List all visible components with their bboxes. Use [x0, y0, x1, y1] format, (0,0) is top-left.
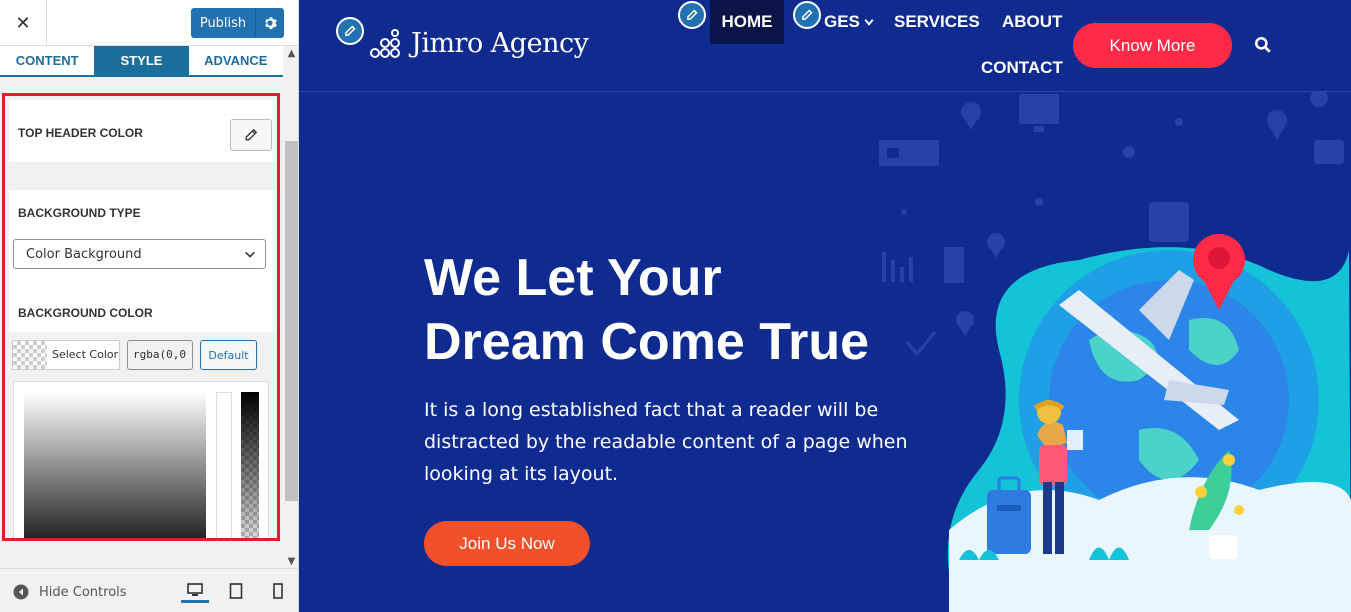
nav-edit-button[interactable]: [793, 1, 821, 29]
select-color-button[interactable]: Select Color: [12, 340, 120, 370]
hero-title-line2: Dream Come True: [424, 313, 870, 371]
publish-settings-button[interactable]: [255, 8, 284, 38]
menu-edit-button[interactable]: [678, 1, 706, 29]
close-button[interactable]: ✕: [0, 0, 47, 46]
sidebar-scrollbar[interactable]: ▲ ▼: [284, 46, 298, 568]
nav-home-label: HOME: [721, 12, 773, 31]
tablet-icon: [229, 583, 243, 599]
top-header-color-label: TOP HEADER COLOR: [18, 126, 143, 140]
hide-controls-button[interactable]: Hide Controls: [13, 584, 127, 600]
publish-button[interactable]: Publish: [191, 8, 255, 38]
tab-style[interactable]: STYLE: [94, 46, 189, 75]
nav-pages-label: GES: [824, 12, 860, 31]
mobile-icon: [273, 583, 283, 599]
style-panel: TOP HEADER COLOR BACKGROUND TYPE Color B…: [2, 93, 280, 541]
know-more-button[interactable]: Know More: [1073, 23, 1232, 68]
chevron-down-icon: [864, 19, 874, 26]
nav-services[interactable]: SERVICES: [894, 12, 980, 32]
tablet-preview-button[interactable]: [222, 579, 250, 603]
color-picker: [13, 381, 269, 538]
pencil-icon: [687, 9, 698, 20]
hide-controls-label: Hide Controls: [39, 584, 127, 600]
color-picker-square[interactable]: [24, 392, 206, 538]
pencil-icon: [345, 25, 356, 36]
pencil-icon: [245, 128, 258, 141]
logo-edit-button[interactable]: [336, 17, 364, 45]
hero-title-line1: We Let Your: [424, 249, 722, 307]
publish-group: Publish: [191, 8, 284, 38]
background-type-label: BACKGROUND TYPE: [18, 206, 141, 220]
logo-text: Jimro Agency: [411, 28, 589, 59]
customizer-sidebar: ✕ Publish CONTENT STYLE ADVANCE ▲ ▼ TOP …: [0, 0, 299, 612]
site-logo[interactable]: Jimro Agency: [369, 28, 589, 59]
scroll-up-icon[interactable]: ▲: [284, 46, 298, 60]
gear-icon: [265, 17, 277, 30]
background-color-row: BACKGROUND COLOR: [9, 290, 275, 332]
sidebar-header: ✕ Publish: [0, 0, 298, 46]
desktop-preview-button[interactable]: [181, 579, 209, 603]
tab-advance[interactable]: ADVANCE: [189, 46, 283, 75]
transparent-swatch: [13, 341, 47, 369]
color-value-input[interactable]: rgba(0,0: [127, 340, 193, 370]
site-preview: Jimro Agency HOME GES SERVICES ABOUT CON…: [299, 0, 1351, 612]
alpha-slider[interactable]: [241, 392, 259, 538]
nav-pages[interactable]: GES: [824, 12, 875, 32]
top-header-color-row: TOP HEADER COLOR: [9, 100, 275, 162]
hue-slider[interactable]: [216, 392, 232, 538]
chevron-down-icon: [245, 251, 255, 258]
join-us-button[interactable]: Join Us Now: [424, 521, 590, 566]
scroll-down-icon[interactable]: ▼: [284, 554, 298, 568]
mobile-preview-button[interactable]: [264, 579, 292, 603]
background-type-select[interactable]: Color Background: [13, 239, 266, 269]
color-controls: Select Color rgba(0,0 Default: [9, 332, 275, 382]
logo-icon: [370, 28, 400, 58]
select-color-label: Select Color: [52, 348, 119, 361]
background-color-label: BACKGROUND COLOR: [18, 306, 153, 320]
hero-description: It is a long established fact that a rea…: [424, 399, 908, 485]
scrollbar-thumb[interactable]: [285, 141, 298, 501]
close-icon: ✕: [15, 12, 31, 34]
nav-contact[interactable]: CONTACT: [981, 58, 1063, 78]
edit-color-button[interactable]: [230, 119, 272, 151]
nav-about[interactable]: ABOUT: [1002, 12, 1062, 32]
pencil-icon: [802, 9, 813, 20]
panel-tabs: CONTENT STYLE ADVANCE: [0, 46, 283, 77]
background-type-value: Color Background: [26, 246, 142, 262]
search-button[interactable]: [1254, 36, 1272, 58]
tab-content[interactable]: CONTENT: [0, 46, 94, 75]
default-color-button[interactable]: Default: [200, 340, 257, 370]
search-icon: [1255, 37, 1271, 53]
hero-title: We Let Your Dream Come True: [424, 246, 944, 374]
travel-illustration: [947, 234, 1351, 612]
nav-home[interactable]: HOME: [710, 0, 784, 44]
desktop-icon: [187, 582, 203, 596]
collapse-icon: [13, 584, 29, 600]
sidebar-footer: Hide Controls: [0, 568, 298, 612]
